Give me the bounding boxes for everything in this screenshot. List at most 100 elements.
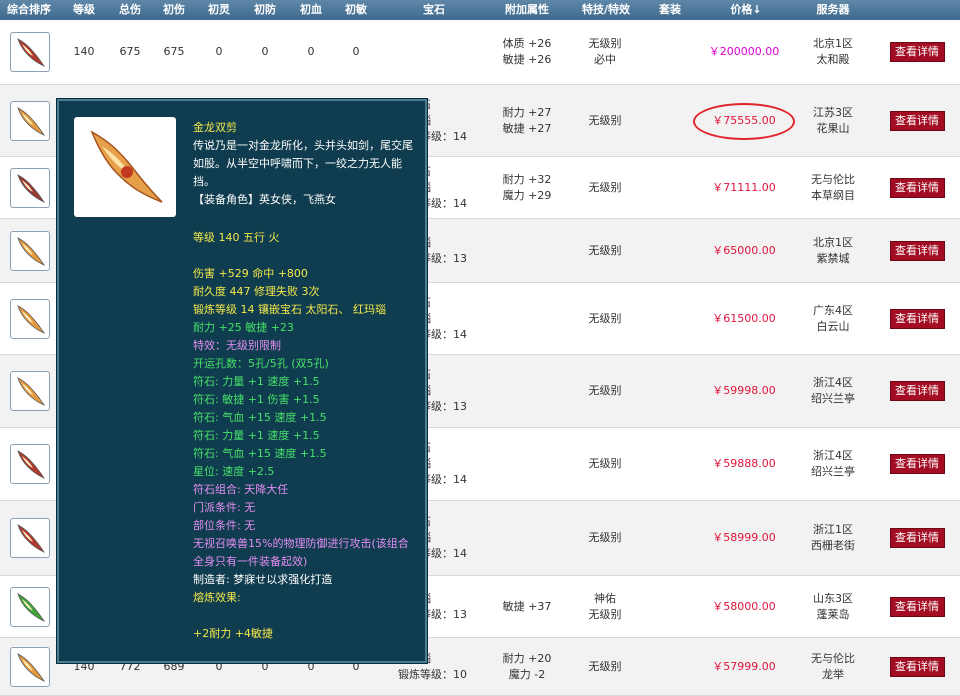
server-cell: 山东3区 蓬莱岛 bbox=[813, 591, 853, 621]
item-thumbnail[interactable] bbox=[8, 501, 52, 575]
view-details-button[interactable]: 查看详情 bbox=[889, 110, 945, 131]
price: ￥59998.00 bbox=[712, 384, 776, 397]
skill-cell: 无级别 bbox=[588, 311, 622, 325]
item-name: 金龙双剪 bbox=[193, 121, 237, 134]
item-thumbnail[interactable] bbox=[8, 157, 52, 218]
server-cell: 浙江1区 西栅老街 bbox=[811, 523, 855, 552]
price: ￥59888.00 bbox=[712, 457, 776, 470]
attribute-cell: 敏捷 +37 bbox=[502, 599, 552, 613]
weapon-icon bbox=[10, 167, 50, 208]
attribute-cell: 耐力 +27 敏捷 +27 bbox=[502, 105, 552, 135]
view-details-button[interactable]: 查看详情 bbox=[889, 308, 945, 329]
header-skill[interactable]: 特技/特效 bbox=[578, 0, 634, 20]
server-cell: 浙江4区 绍兴兰亭 bbox=[811, 376, 855, 405]
view-details-button[interactable]: 查看详情 bbox=[889, 177, 945, 198]
stat-line: 锻炼等级 14 镶嵌宝石 太阳石、 红玛瑙 bbox=[193, 303, 386, 316]
header-gem[interactable]: 宝石 bbox=[408, 0, 460, 20]
item-thumbnail[interactable] bbox=[8, 283, 52, 354]
detail-cell: 查看详情 bbox=[886, 428, 948, 500]
skill-cell: 无级别 bbox=[588, 243, 622, 257]
item-level: 等级 140 五行 火 bbox=[193, 231, 280, 244]
view-details-button[interactable]: 查看详情 bbox=[889, 656, 945, 677]
sort-desc-icon: ↓ bbox=[752, 3, 762, 16]
skill-cell: 无级别 bbox=[588, 180, 622, 194]
item-stats: 等级 140 五行 火 伤害 +529 命中 +800 耐久度 447 修理失败… bbox=[193, 229, 417, 643]
header-attributes[interactable]: 附加属性 bbox=[495, 0, 559, 20]
stat-cell: 0 bbox=[307, 45, 315, 58]
item-thumbnail[interactable] bbox=[8, 85, 52, 156]
view-details-button[interactable]: 查看详情 bbox=[889, 42, 945, 62]
item-thumbnail[interactable] bbox=[8, 219, 52, 282]
header-price[interactable]: 价格↓ bbox=[716, 0, 776, 20]
header-base-hp[interactable]: 初血 bbox=[289, 0, 333, 20]
view-details-button[interactable]: 查看详情 bbox=[889, 381, 945, 401]
stat-line: 门派条件: 无 bbox=[193, 501, 256, 514]
price: ￥58000.00 bbox=[712, 599, 776, 613]
stat-line: 无视召唤兽15%的物理防御进行攻击(该组合全身只有一件装备起效) bbox=[193, 537, 409, 568]
server-cell: 江苏3区 花果山 bbox=[813, 105, 853, 135]
skill-cell: 无级别 bbox=[588, 659, 622, 673]
view-details-button[interactable]: 查看详情 bbox=[889, 596, 945, 617]
view-details-button[interactable]: 查看详情 bbox=[889, 240, 945, 261]
attribute-cell bbox=[495, 283, 559, 354]
attribute-cell bbox=[495, 355, 559, 427]
item-thumbnail[interactable] bbox=[8, 428, 52, 500]
price: ￥200000.00 bbox=[708, 45, 780, 58]
server-cell: 北京1区 紫禁城 bbox=[813, 235, 853, 265]
skill-cell: 无级别 bbox=[588, 113, 622, 127]
stat-cell: 0 bbox=[352, 45, 360, 58]
detail-cell: 查看详情 bbox=[886, 501, 948, 575]
detail-cell: 查看详情 bbox=[886, 20, 948, 84]
detail-cell: 查看详情 bbox=[886, 219, 948, 282]
stat-line: 开运孔数：5孔/5孔 (双5孔) bbox=[193, 357, 329, 370]
item-description-block: 金龙双剪 传说乃是一对金龙所化，头并头如剑，尾交尾如股。从半空中呼啸而下，一绞之… bbox=[193, 119, 417, 209]
header-base-agility[interactable]: 初敏 bbox=[334, 0, 378, 20]
skill-cell: 无级别 bbox=[588, 384, 622, 397]
detail-cell: 查看详情 bbox=[886, 157, 948, 218]
item-thumbnail[interactable] bbox=[8, 20, 52, 84]
skill-cell: 无级别 必中 bbox=[588, 37, 622, 66]
stat-line: 星位: 速度 +2.5 bbox=[193, 465, 275, 478]
header-total-damage[interactable]: 总伤 bbox=[108, 0, 152, 20]
attribute-cell: 耐力 +20 魔力 -2 bbox=[502, 651, 552, 681]
header-base-damage[interactable]: 初伤 bbox=[152, 0, 196, 20]
header-base-defense[interactable]: 初防 bbox=[243, 0, 287, 20]
detail-cell: 查看详情 bbox=[886, 576, 948, 637]
header-base-spirit[interactable]: 初灵 bbox=[197, 0, 241, 20]
attribute-cell: 体质 +26 敏捷 +26 bbox=[502, 37, 552, 66]
attribute-cell: 耐力 +32 魔力 +29 bbox=[502, 172, 552, 202]
view-details-button[interactable]: 查看详情 bbox=[889, 454, 945, 474]
item-thumbnail[interactable] bbox=[8, 638, 52, 695]
item-thumbnail[interactable] bbox=[8, 576, 52, 637]
server-cell: 无与伦比 本草纲目 bbox=[811, 172, 855, 202]
server-cell: 北京1区 太和殿 bbox=[813, 37, 853, 66]
attribute-cell bbox=[495, 501, 559, 575]
stat-line: 符石: 敏捷 +1 伤害 +1.5 bbox=[193, 393, 320, 406]
detail-cell: 查看详情 bbox=[886, 85, 948, 156]
view-details-button[interactable]: 查看详情 bbox=[889, 528, 945, 548]
header-server[interactable]: 服务器 bbox=[805, 0, 861, 20]
stat-cell: 140 bbox=[73, 45, 95, 58]
server-cell: 广东4区 白云山 bbox=[813, 303, 853, 333]
stat-cell: 0 bbox=[261, 45, 269, 58]
item-role: 【装备角色】英女侠，飞燕女 bbox=[193, 193, 336, 206]
price-highlight-circle bbox=[693, 103, 795, 140]
skill-cell: 无级别 bbox=[588, 457, 622, 470]
stat-cell: 675 bbox=[163, 45, 185, 58]
header-level[interactable]: 等级 bbox=[62, 0, 106, 20]
skill-cell: 无级别 bbox=[588, 531, 622, 544]
detail-cell: 查看详情 bbox=[886, 283, 948, 354]
item-description: 传说乃是一对金龙所化，头并头如剑，尾交尾如股。从半空中呼啸而下，一绞之力无人能挡… bbox=[193, 139, 413, 188]
weapon-icon bbox=[10, 646, 50, 687]
stat-line: 符石: 力量 +1 速度 +1.5 bbox=[193, 375, 320, 388]
table-header: 综合排序 等级 总伤 初伤 初灵 初防 初血 初敏 宝石 附加属性 特技/特效 … bbox=[0, 0, 960, 20]
header-rank[interactable]: 综合排序 bbox=[0, 0, 58, 20]
weapon-icon bbox=[10, 518, 50, 558]
stat-line: 符石组合: 天降大任 bbox=[193, 483, 289, 496]
stat-line: 耐久度 447 修理失败 3次 bbox=[193, 285, 320, 298]
price: ￥71111.00 bbox=[712, 180, 776, 194]
item-thumbnail[interactable] bbox=[8, 355, 52, 427]
stat-cell: 0 bbox=[215, 45, 223, 58]
price: ￥61500.00 bbox=[712, 311, 776, 325]
header-set[interactable]: 套装 bbox=[650, 0, 690, 20]
